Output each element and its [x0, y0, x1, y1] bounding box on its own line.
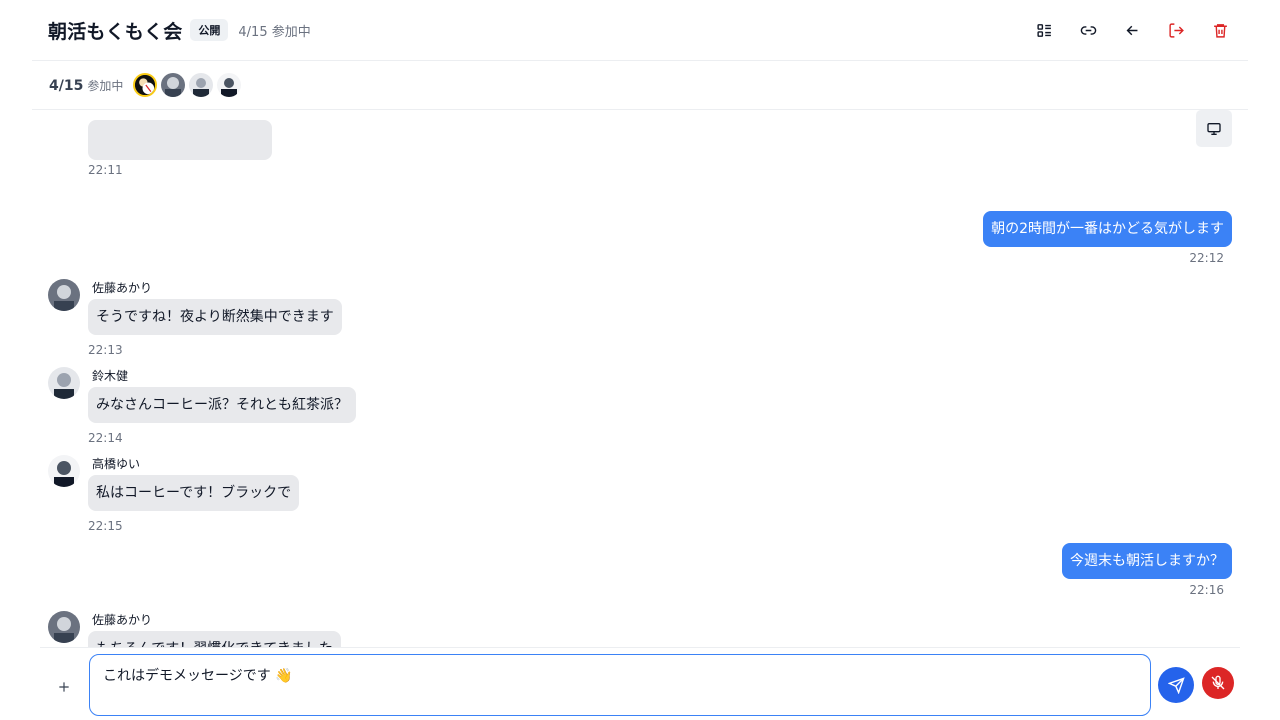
message-input[interactable]	[89, 654, 1151, 716]
copy-link-button[interactable]	[1074, 16, 1102, 44]
trash-icon	[1213, 23, 1227, 38]
participant-count-header: 4/15 参加中	[238, 24, 311, 40]
avatar-self[interactable]	[133, 73, 158, 97]
list-icon	[1036, 23, 1051, 37]
room-title: 朝活もくもく会	[48, 20, 183, 43]
avatar-participant[interactable]	[217, 73, 242, 97]
message-bubble: 今週末も朝活しますか？	[1062, 543, 1232, 579]
message-time: 22:11	[88, 163, 123, 177]
plus-icon	[59, 682, 69, 692]
avatar	[48, 455, 80, 487]
my-message: 今週末も朝活しますか？ 22:16	[1062, 543, 1232, 597]
sender-name: 佐藤あかり	[92, 281, 153, 295]
mic-off-icon	[1211, 675, 1225, 690]
avatar	[48, 367, 80, 399]
sender-name: 佐藤あかり	[92, 613, 153, 627]
monitor-icon	[1207, 122, 1221, 135]
message-time: 22:15	[88, 519, 123, 533]
sender-name: 鈴木健	[92, 369, 129, 383]
message-time: 22:13	[88, 343, 123, 357]
back-button[interactable]	[1118, 16, 1146, 44]
logout-icon	[1168, 22, 1184, 38]
message-bubble: みなさんコーヒー派？それとも紅茶派？	[88, 387, 356, 423]
visibility-badge: 公開	[190, 19, 229, 41]
message-time: 22:12	[1189, 251, 1224, 265]
avatar	[48, 279, 80, 311]
avatar	[48, 611, 80, 643]
delete-room-button[interactable]	[1206, 16, 1234, 44]
avatar-participant[interactable]	[189, 73, 214, 97]
message-bubble: もちろんです！習慣化できてきました	[88, 631, 341, 648]
room-header: 朝活もくもく会 公開 4/15 参加中	[32, 0, 1248, 61]
message-list[interactable]: 22:11 朝の2時間が一番はかどる気がします 22:12 佐藤あかり そうです…	[32, 110, 1248, 648]
message-bubble: 朝の2時間が一番はかどる気がします	[983, 211, 1232, 247]
message-time: 22:14	[88, 431, 123, 445]
my-message: 朝の2時間が一番はかどる気がします 22:12	[983, 211, 1232, 265]
participant-avatars	[133, 73, 242, 97]
participant-bar: 4/15 参加中	[32, 61, 1248, 110]
arrow-left-icon	[1126, 25, 1137, 35]
participant-count: 4/15 参加中	[49, 77, 124, 94]
message-bubble: そうですね！夜より断然集中できます	[88, 299, 342, 335]
avatar-participant[interactable]	[161, 73, 186, 97]
mic-toggle-button[interactable]	[1202, 667, 1234, 699]
message-time: 22:16	[1189, 583, 1224, 597]
message-bubble: 私はコーヒーです！ブラックで	[88, 475, 300, 511]
link-icon	[1080, 25, 1096, 35]
send-icon	[1167, 676, 1185, 694]
send-button[interactable]	[1158, 667, 1194, 703]
sender-name: 高橋ゆい	[92, 457, 141, 471]
message-bubble	[88, 120, 272, 160]
leave-room-button[interactable]	[1162, 16, 1190, 44]
attach-button[interactable]	[50, 673, 78, 701]
screen-share-button[interactable]	[1196, 110, 1232, 147]
list-button[interactable]	[1030, 16, 1058, 44]
composer	[40, 647, 1240, 720]
